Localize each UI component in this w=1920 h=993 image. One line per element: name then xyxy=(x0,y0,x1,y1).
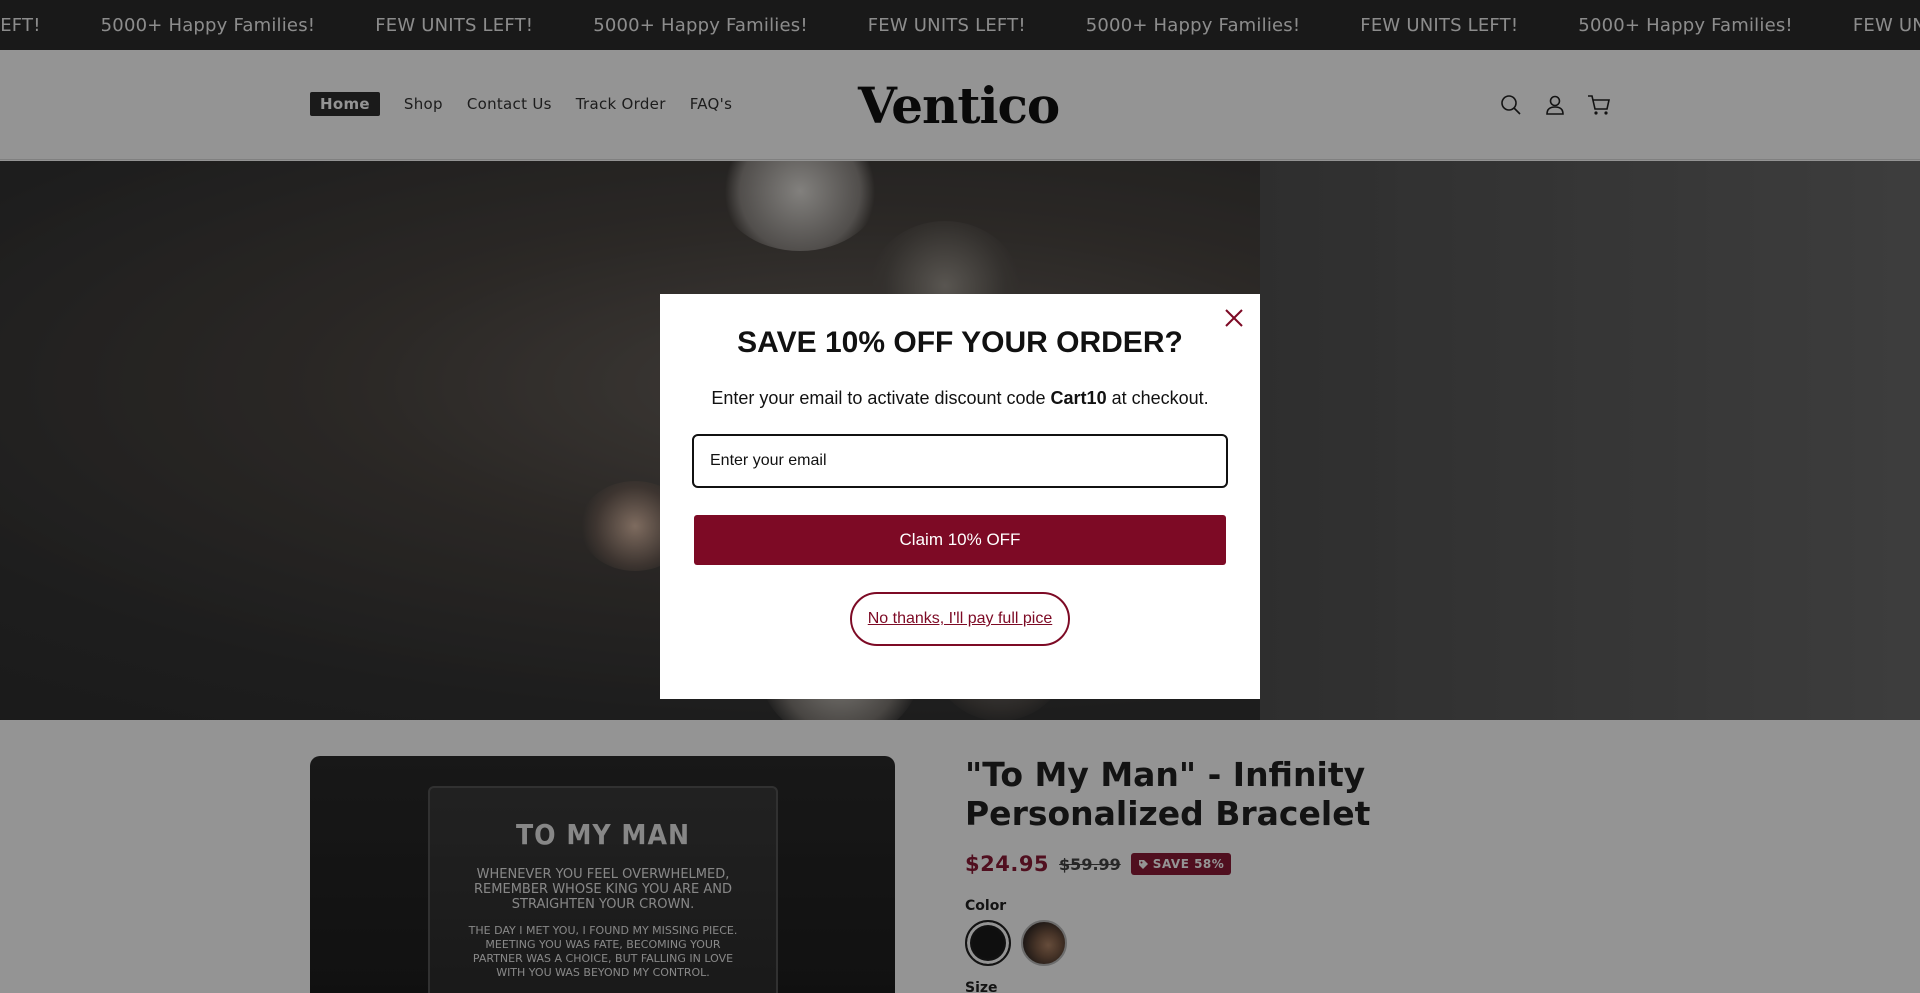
discount-code: Cart10 xyxy=(1050,388,1107,408)
popup-subtext: Enter your email to activate discount co… xyxy=(660,388,1260,409)
decline-button[interactable]: No thanks, I'll pay full pice xyxy=(850,592,1070,646)
discount-popup: SAVE 10% OFF YOUR ORDER? Enter your emai… xyxy=(660,294,1260,699)
popup-subtext-suffix: at checkout. xyxy=(1106,388,1209,408)
email-input[interactable] xyxy=(692,434,1228,488)
claim-discount-button[interactable]: Claim 10% OFF xyxy=(694,515,1226,565)
popup-heading: SAVE 10% OFF YOUR ORDER? xyxy=(737,326,1183,359)
popup-subtext-prefix: Enter your email to activate discount co… xyxy=(711,388,1051,408)
